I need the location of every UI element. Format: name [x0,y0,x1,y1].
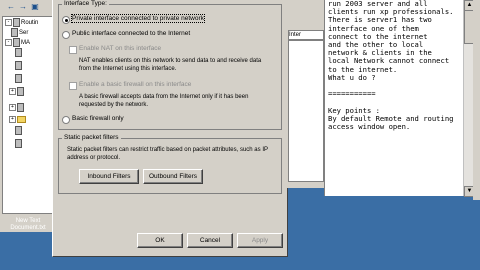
background-window: Inter [286,0,325,188]
tree-item-label: Routin [21,20,39,27]
enable-nat-label[interactable]: Enable NAT on this interface [79,45,161,52]
console-tree-icon[interactable]: ▣ [30,2,40,12]
server-icon [11,28,18,37]
basic-firewall-only-label[interactable]: Basic firewall only [72,115,124,122]
static-filters-legend: Static packet filters [62,134,121,141]
expand-icon[interactable]: + [9,116,16,123]
notepad-text: run 2003 server and all clients run xp p… [328,0,454,132]
tree-item-child[interactable]: + [9,87,25,96]
ok-button[interactable]: OK [137,233,183,248]
interface-icon [17,103,24,112]
inbound-filters-button[interactable]: Inbound Filters [79,169,139,184]
details-list[interactable] [288,40,324,182]
expand-icon[interactable]: + [9,104,16,111]
interface-type-legend: Interface Type: [62,0,109,7]
interface-icon [15,139,22,148]
enable-nat-checkbox[interactable] [69,46,77,54]
tree-item-label: MA [21,40,30,47]
back-icon[interactable]: ← [6,2,16,12]
forward-icon[interactable]: → [18,2,28,12]
tree-item-routing[interactable]: - Routin [5,18,38,27]
tree-item-folder[interactable]: + [9,116,27,125]
tree-item-child[interactable] [15,126,23,135]
tree-item-server[interactable]: - MA [5,38,30,47]
interface-icon [15,126,22,135]
interface-icon [17,87,24,96]
collapse-icon[interactable]: - [5,39,12,46]
console-toolbar: ← → ▣ [6,2,50,14]
folder-icon [17,116,26,123]
static-filters-description: Static packet filters can restrict traff… [67,147,268,161]
private-interface-label[interactable]: Private interface connected to private n… [71,14,205,23]
notepad-text-area[interactable]: run 2003 server and all clients run xp p… [324,0,475,196]
basic-firewall-only-radio[interactable] [62,116,70,124]
interface-icon [15,74,22,83]
cancel-button[interactable]: Cancel [187,233,233,248]
rras-console-window: ← → ▣ - Routin Ser - MA + + + [0,0,54,232]
outbound-filters-button[interactable]: Outbound Filters [143,169,203,184]
tree-item-child[interactable] [15,74,23,83]
apply-button[interactable]: Apply [237,233,283,248]
tree-item-server-status[interactable]: Ser [11,28,28,37]
firewall-description: A basic firewall accepts data from the I… [79,94,249,108]
public-interface-radio[interactable] [62,31,70,39]
interface-icon [15,48,22,57]
console-tree[interactable]: - Routin Ser - MA + + + [2,16,54,214]
tree-item-child[interactable]: + [9,103,25,112]
column-header[interactable]: Inter [288,30,324,40]
server-icon [13,38,20,47]
desktop-icon-text-document[interactable]: New Text Document.txt [4,218,52,232]
enable-firewall-label[interactable]: Enable a basic firewall on this interfac… [79,81,191,88]
nat-description: NAT enables clients on this network to s… [79,58,262,72]
expand-icon[interactable]: + [9,88,16,95]
interface-properties-dialog: Interface Type: Private interface connec… [52,0,288,257]
tree-item-child[interactable] [15,61,23,70]
tree-item-label: Ser [19,30,29,37]
desktop-icon-label: New Text Document.txt [10,218,46,231]
collapse-icon[interactable]: - [5,19,12,26]
window-frame [473,0,480,200]
interface-icon [15,61,22,70]
public-interface-label[interactable]: Public interface connected to the Intern… [72,30,190,37]
private-interface-radio[interactable] [62,16,70,24]
enable-firewall-checkbox[interactable] [69,82,77,90]
server-icon [13,18,20,27]
tree-item-child[interactable] [15,139,23,148]
tree-item-child[interactable] [15,48,23,57]
